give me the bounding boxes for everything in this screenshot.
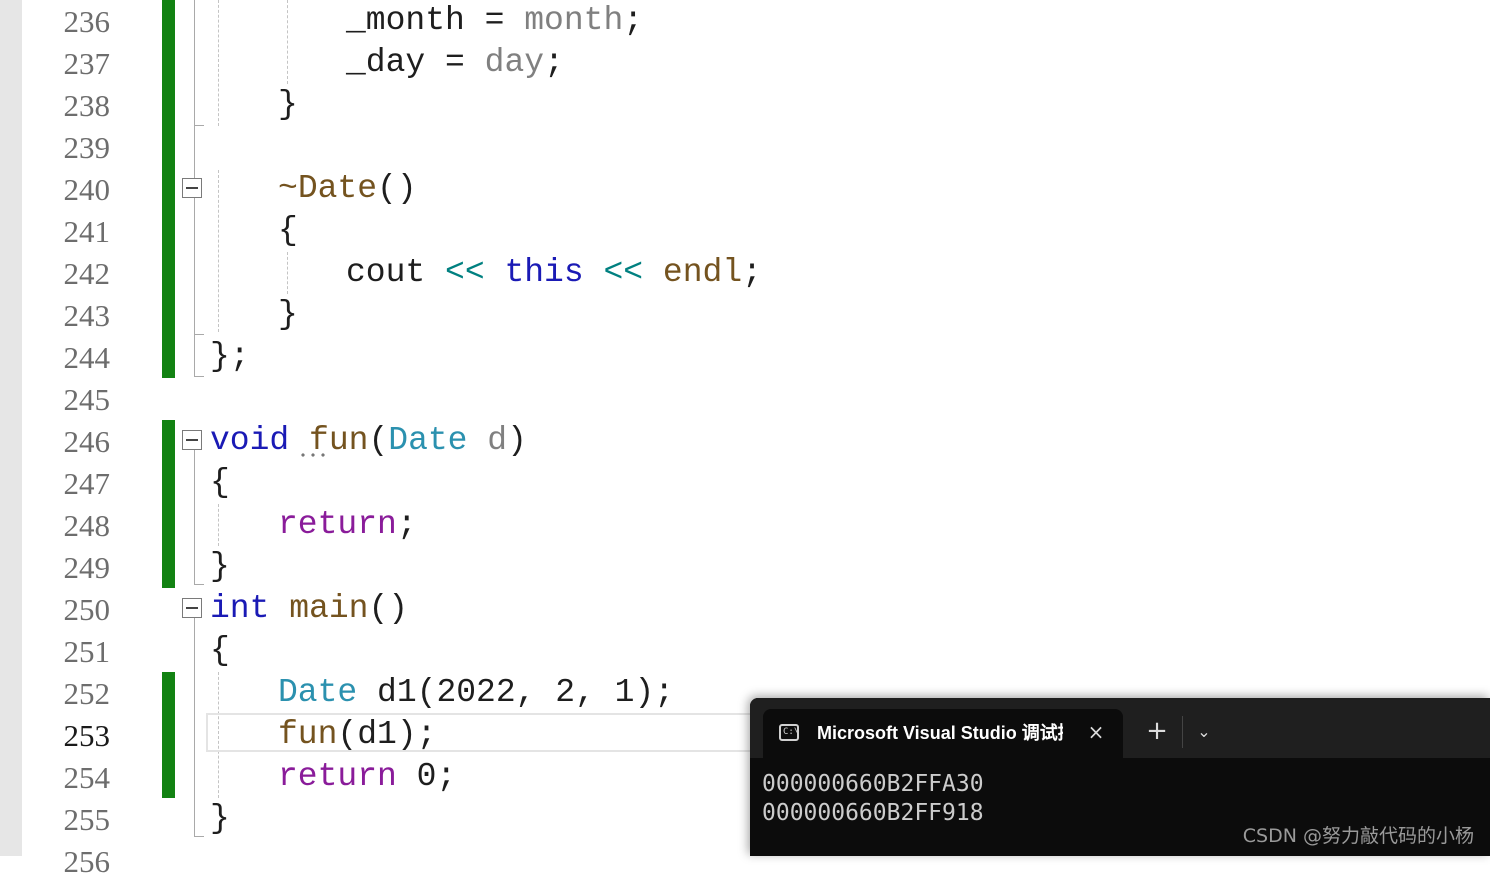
change-indicator-bar [162,420,175,588]
indent-guide [218,0,219,126]
suggestion-dots[interactable] [298,452,328,458]
terminal-tab-bar: C:\ Microsoft Visual Studio 调试控制台 × + ⌄ [750,698,1490,758]
outline-line [194,334,204,335]
code-line-255[interactable]: } [210,798,230,840]
line-number: 254 [63,760,111,795]
console-icon: C:\ [779,724,799,741]
code-line-254[interactable]: return 0; [278,756,456,798]
code-line-244[interactable]: }; [210,336,250,378]
left-margin-strip [0,0,22,856]
code-line-250[interactable]: int main() [210,588,408,630]
code-line-238[interactable]: } [278,84,298,126]
outline-line [194,584,204,585]
line-number: 243 [63,298,111,333]
code-line-246[interactable]: void fun(Date d) [210,420,527,462]
line-number: 251 [63,634,111,669]
collapse-icon[interactable] [182,598,202,618]
terminal-tab[interactable]: C:\ Microsoft Visual Studio 调试控制台 × [763,709,1123,758]
outline-line [194,198,195,376]
line-number: 255 [63,802,111,837]
code-line-251[interactable]: { [210,630,230,672]
code-line-248[interactable]: return; [278,504,417,546]
code-line-240[interactable]: ~Date() [278,168,417,210]
line-number: 252 [63,676,111,711]
line-number: 248 [63,508,111,543]
code-line-241[interactable]: { [278,210,298,252]
line-number: 244 [63,340,111,375]
line-number: 241 [63,214,111,249]
line-number: 242 [63,256,111,291]
code-line-253[interactable]: fun(d1); [278,714,436,756]
code-line-249[interactable]: } [210,546,230,588]
line-number: 238 [63,88,111,123]
collapse-icon[interactable] [182,430,202,450]
indent-guide [287,0,288,84]
line-number: 250 [63,592,111,627]
code-line-242[interactable]: cout << this << endl; [346,252,762,294]
outline-line [194,125,204,126]
line-number: 249 [63,550,111,585]
change-indicator-bar [162,0,175,378]
line-number-current: 253 [63,718,111,753]
line-number: 240 [63,172,111,207]
chevron-down-icon[interactable]: ⌄ [1190,718,1218,746]
watermark: CSDN @努力敲代码的小杨 [1242,825,1474,847]
collapse-icon[interactable] [182,178,202,198]
line-number: 256 [63,844,111,879]
code-line-237[interactable]: _day = day; [346,42,564,84]
outline-line [194,450,195,585]
code-line-252[interactable]: Date d1(2022, 2, 1); [278,672,674,714]
indent-guide [218,170,219,332]
code-line-243[interactable]: } [278,294,298,336]
outline-line [194,836,204,837]
change-indicator-bar [162,672,175,798]
indent-guide [218,504,219,546]
terminal-tab-title: Microsoft Visual Studio 调试控制台 [817,723,1063,743]
code-line-247[interactable]: { [210,462,230,504]
line-number: 245 [63,382,111,417]
line-number: 236 [63,4,111,39]
close-icon[interactable]: × [1081,717,1111,747]
line-number: 237 [63,46,111,81]
debug-console-window[interactable]: C:\ Microsoft Visual Studio 调试控制台 × + ⌄ … [750,698,1490,856]
outline-line [194,618,195,836]
code-line-236[interactable]: _month = month; [346,0,643,42]
console-output-line: 000000660B2FF918 [762,800,984,826]
outline-line [194,0,195,126]
line-number: 247 [63,466,111,501]
line-number: 239 [63,130,111,165]
outline-line [194,376,204,377]
tab-separator [1182,716,1183,748]
outline-line [194,126,195,178]
indent-guide [287,252,288,294]
line-number: 246 [63,424,111,459]
console-output-line: 000000660B2FFA30 [762,771,984,797]
new-tab-button[interactable]: + [1142,716,1172,746]
